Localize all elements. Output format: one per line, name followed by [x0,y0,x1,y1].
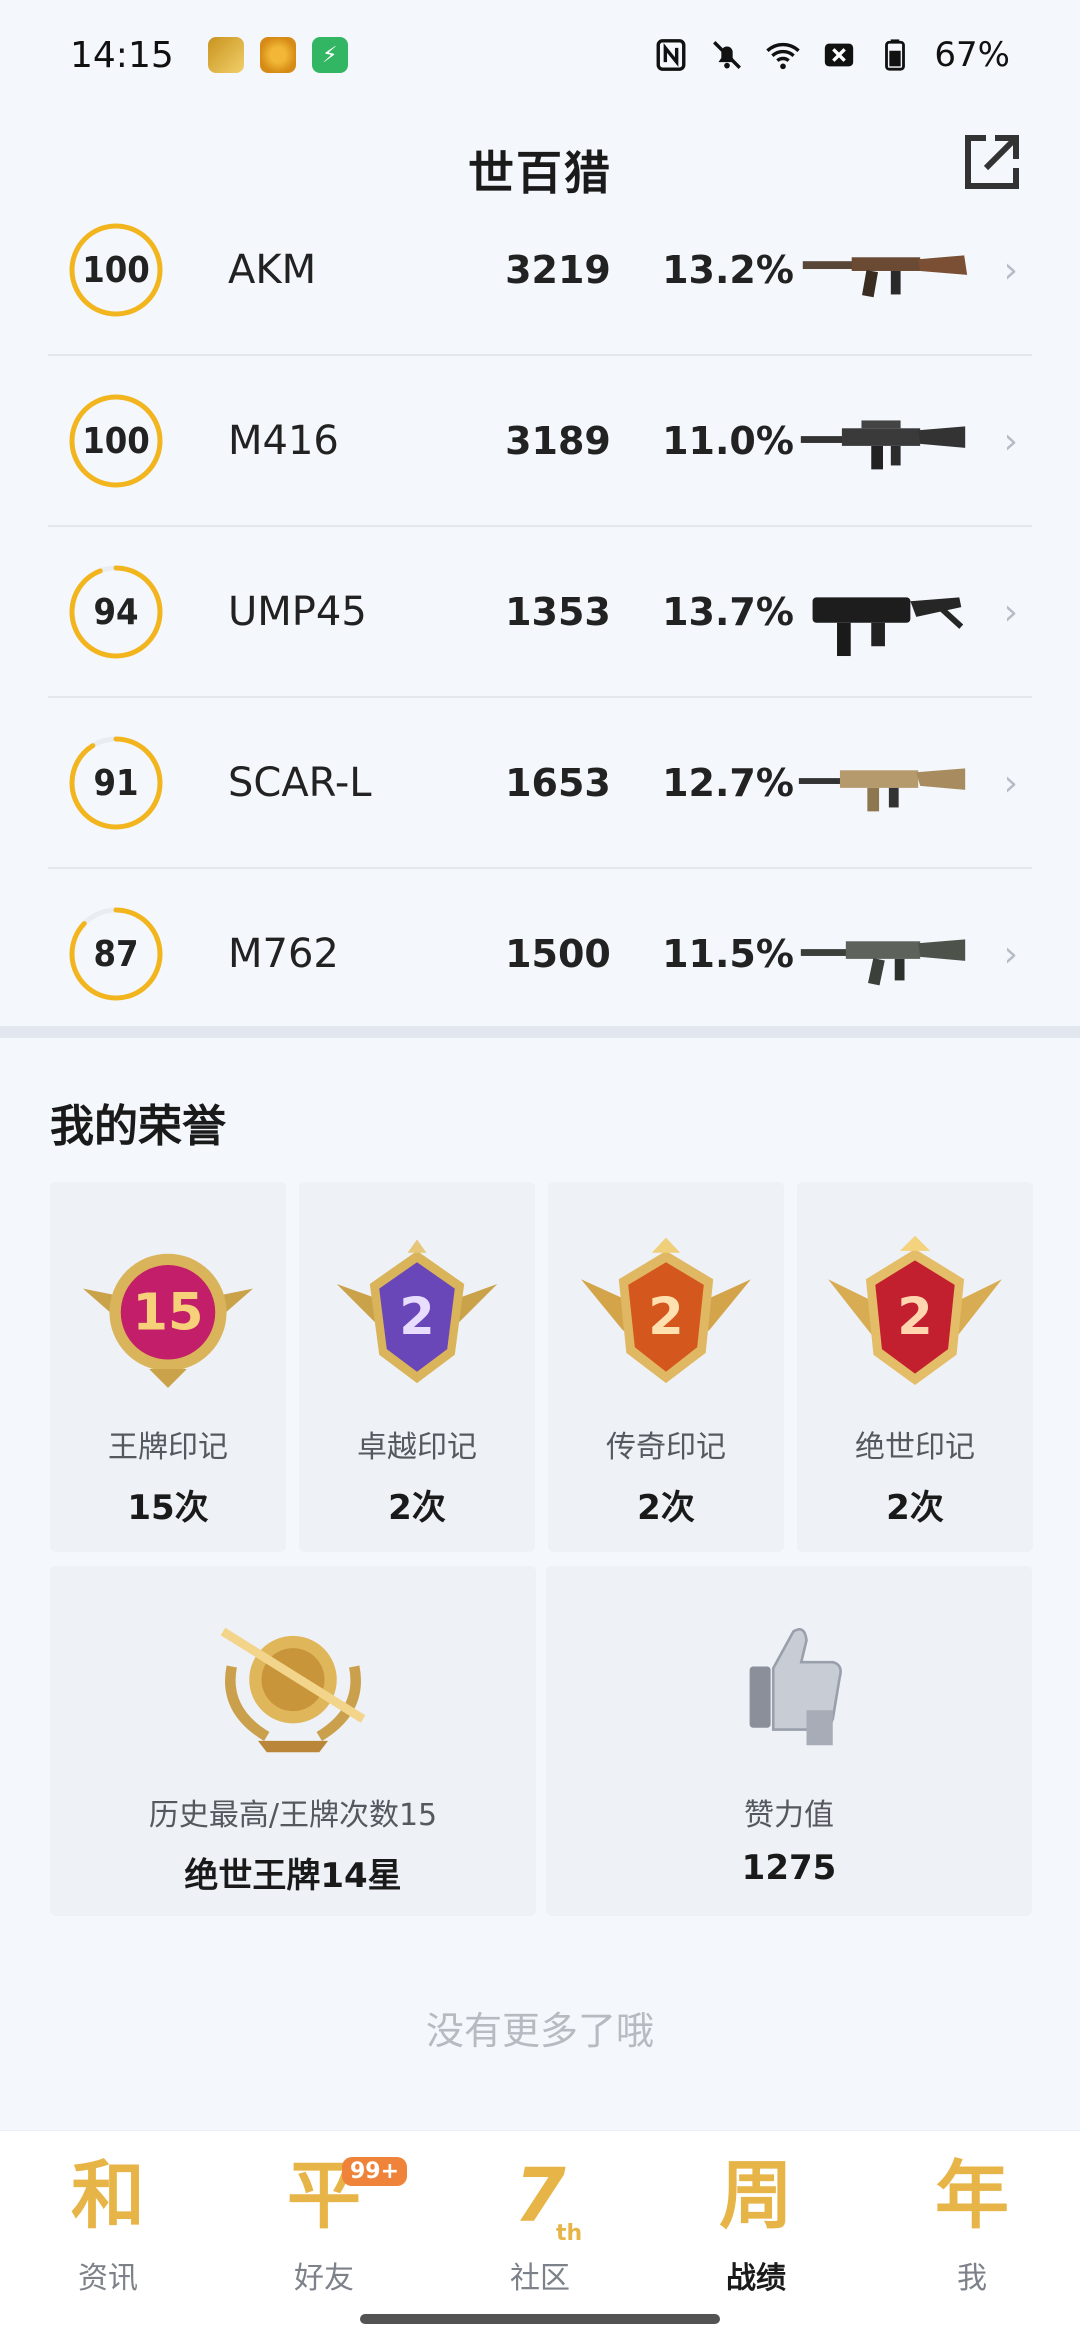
peerless-mark-label: 绝世印记 [855,1430,975,1465]
record-tab-icon: 周 [719,2153,793,2239]
weapon-name: UMP45 [228,589,367,635]
excellent-mark-count: 2次 [388,1488,446,1528]
ace-mark-badge-icon: 15 [83,1253,253,1388]
tab-record[interactable]: 周 战绩 [676,2151,836,2297]
bottom-tab-bar: 和 资讯 平 99+ 好友 7 th 社区 周 战绩 年 我 [0,2130,1080,2340]
likes-value: 1275 [741,1848,837,1888]
weapon-name: SCAR-L [228,760,372,806]
chevron-right-icon: › [1003,420,1018,462]
game-helper-app-icon [259,37,296,73]
mute-icon [713,41,742,69]
tab-news[interactable]: 和 资讯 [28,2151,188,2297]
scar-l-gun-icon [798,768,966,812]
honor-card-highest-rank[interactable]: 历史最高/王牌次数15 绝世王牌14星 [50,1566,536,1916]
weapon-score: 87 [93,933,139,975]
ump45-gun-icon [812,597,964,657]
legend-mark-number: 2 [648,1288,684,1347]
weapon-row-ump45[interactable]: 94 UMP45 1353 13.7% › [48,528,1032,698]
honor-section-title: 我的荣誉 [50,1101,226,1152]
thumbs-up-icon [749,1628,842,1746]
tab-record-label: 战绩 [726,2261,786,2296]
weapon-score: 91 [93,762,139,804]
weapon-row-m762[interactable]: 87 M762 1500 11.5% › [48,870,1032,1030]
likes-label: 赞力值 [744,1798,834,1833]
weapon-rate: 11.5% [662,932,794,976]
peerless-mark-number: 2 [897,1288,933,1347]
weapon-name: M762 [228,931,339,977]
weapon-name: M416 [228,418,339,464]
sim-off-icon [825,43,854,67]
excellent-mark-number: 2 [399,1288,435,1347]
honor-card-peerless-mark[interactable]: 2 绝世印记 2次 [797,1182,1033,1552]
honor-card-legend-mark[interactable]: 2 传奇印记 2次 [548,1182,784,1552]
highest-rank-value: 绝世王牌14星 [184,1856,402,1896]
tab-friends[interactable]: 平 99+ 好友 [244,2151,408,2297]
friends-unread-badge: 99+ [342,2157,408,2186]
tab-news-label: 资讯 [78,2261,138,2296]
weapon-rate: 11.0% [662,419,794,463]
honor-card-likes[interactable]: 赞力值 1275 [546,1566,1032,1916]
peerless-mark-count: 2次 [886,1488,944,1528]
weapon-rate: 12.7% [662,761,794,805]
legend-mark-count: 2次 [637,1488,695,1528]
community-tab-icon-sup: th [556,2221,583,2246]
weapon-usage-count: 3219 [505,248,611,292]
weapon-row-m416[interactable]: 100 M416 3189 11.0% › [48,357,1032,527]
weapon-usage-count: 3189 [505,419,611,463]
highest-rank-label: 历史最高/王牌次数15 [148,1798,438,1833]
weapon-usage-count: 1500 [505,932,611,976]
ace-mark-count: 15次 [127,1488,209,1528]
me-tab-icon: 年 [935,2153,1009,2239]
status-icons: 67% [654,35,1010,75]
shield-app-icon: ⚡ [311,37,348,73]
m416-gun-icon [800,420,966,470]
chevron-right-icon: › [1003,762,1018,804]
weapon-list: 100 AKM 3219 13.2% › 100 M416 3189 11.0%… [48,210,1032,1030]
battery-percent: 67% [934,35,1010,75]
page-title: 世百猎 [468,146,612,200]
ace-mark-number: 15 [133,1283,204,1342]
peerless-mark-badge-icon: 2 [828,1235,1002,1385]
ace-mark-label: 王牌印记 [108,1430,228,1465]
weapon-score: 100 [82,420,150,462]
section-divider [0,1026,1080,1038]
peace-elite-app-icon [207,37,244,73]
tab-community[interactable]: 7 th 社区 [460,2151,620,2297]
share-external-icon[interactable] [956,126,1028,198]
home-indicator[interactable] [360,2314,720,2324]
excellent-mark-badge-icon: 2 [336,1239,498,1384]
weapon-score: 94 [93,591,139,633]
no-more-text: 没有更多了哦 [425,2009,654,2053]
tab-community-label: 社区 [510,2261,570,2296]
status-bar: 14:15 ⚡ 67% [0,0,1080,110]
wifi-icon [766,42,801,70]
weapon-score: 100 [82,249,150,291]
legend-mark-badge-icon: 2 [581,1237,751,1384]
weapon-usage-count: 1653 [505,761,611,805]
legend-mark-label: 传奇印记 [606,1430,726,1465]
status-time: 14:15 [70,34,174,76]
tab-me[interactable]: 年 我 [892,2151,1052,2297]
battery-icon [885,39,906,71]
chevron-right-icon: › [1003,591,1018,633]
nfc-icon [656,39,686,71]
chevron-right-icon: › [1003,249,1018,291]
weapon-name: AKM [228,247,317,293]
rank-trophy-icon [220,1627,366,1753]
weapon-row-scar-l[interactable]: 91 SCAR-L 1653 12.7% › [48,699,1032,869]
news-tab-icon: 和 [71,2153,145,2239]
tab-friends-label: 好友 [294,2261,354,2296]
weapon-rate: 13.2% [662,248,794,292]
chevron-right-icon: › [1003,933,1018,975]
tab-me-label: 我 [957,2261,987,2296]
honor-card-ace-mark[interactable]: 15 王牌印记 15次 [50,1182,286,1552]
weapon-rate: 13.7% [662,590,794,634]
excellent-mark-label: 卓越印记 [357,1430,477,1465]
akm-gun-icon [802,255,968,298]
honor-card-excellent-mark[interactable]: 2 卓越印记 2次 [299,1182,535,1552]
weapon-row-akm[interactable]: 100 AKM 3219 13.2% › [48,210,1032,356]
m762-gun-icon [800,939,966,986]
weapon-usage-count: 1353 [505,590,611,634]
